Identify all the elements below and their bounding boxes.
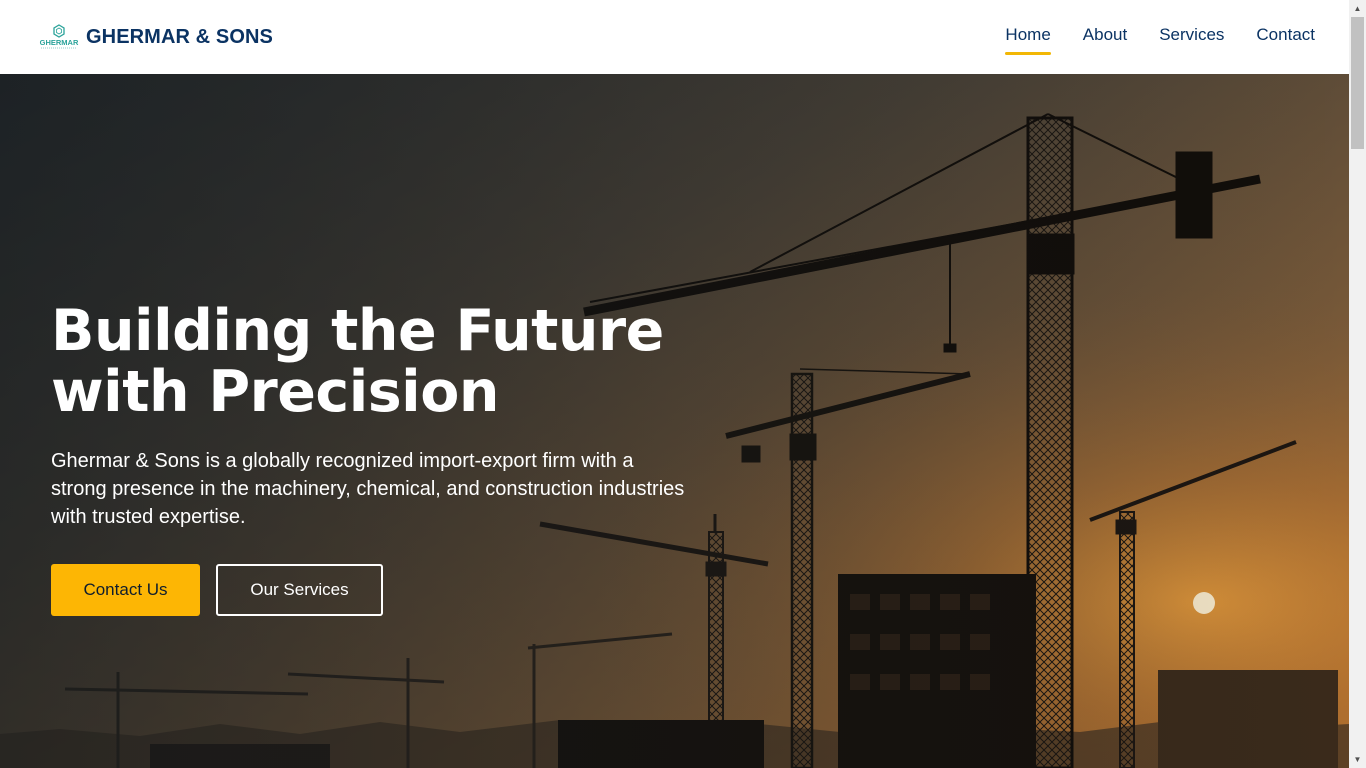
nav-contact[interactable]: Contact xyxy=(1256,19,1315,55)
logo-wordmark: GHERMAR xyxy=(40,38,79,47)
brand-name: GHERMAR & SONS xyxy=(86,25,273,48)
nav-home[interactable]: Home xyxy=(1005,19,1052,55)
scroll-up-icon[interactable]: ▲ xyxy=(1349,0,1366,17)
hero-title-line-1: Building the Future xyxy=(51,298,664,364)
scroll-down-icon[interactable]: ▼ xyxy=(1349,751,1366,768)
company-logo-icon: GHERMAR xyxy=(40,24,79,49)
scrollbar-thumb[interactable] xyxy=(1351,17,1364,149)
hero-content: Building the Future with Precision Gherm… xyxy=(51,301,711,616)
contact-us-button[interactable]: Contact Us xyxy=(51,564,200,616)
hero-title: Building the Future with Precision xyxy=(51,301,711,423)
hero-section: Building the Future with Precision Gherm… xyxy=(0,74,1349,768)
hero-buttons: Contact Us Our Services xyxy=(51,564,711,616)
site-header: GHERMAR GHERMAR & SONS Home About Servic… xyxy=(0,0,1349,74)
our-services-button[interactable]: Our Services xyxy=(216,564,383,616)
nav-services[interactable]: Services xyxy=(1159,19,1224,55)
page-scrollbar[interactable]: ▲ ▼ xyxy=(1349,0,1366,768)
nav-about[interactable]: About xyxy=(1083,19,1127,55)
main-nav: Home About Services Contact xyxy=(1005,19,1315,55)
hero-description: Ghermar & Sons is a globally recognized … xyxy=(51,450,685,528)
hero-title-line-2: with Precision xyxy=(51,359,499,425)
brand[interactable]: GHERMAR GHERMAR & SONS xyxy=(38,23,273,51)
